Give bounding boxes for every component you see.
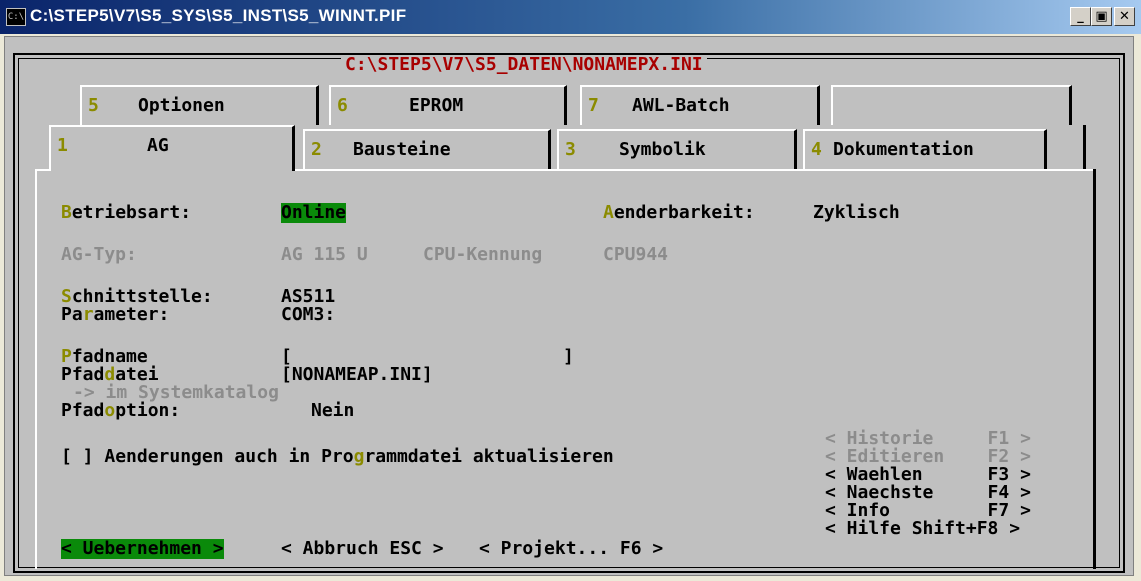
tab-bausteine[interactable]: 2 Bausteine [303, 129, 551, 169]
betriebsart-value[interactable]: Online [281, 203, 347, 223]
tab-label: EPROM [409, 95, 464, 116]
pfaddatei-value[interactable]: [NONAMEAP.INI] [281, 365, 433, 385]
console-screen: C:\STEP5\V7\S5_DATEN\NONAMEPX.INI 5 Opti… [4, 36, 1134, 576]
cpu-kennung-value: CPU944 [603, 244, 669, 265]
tab-dokumentation[interactable]: 4 Dokumentation [803, 129, 1047, 169]
projekt-button[interactable]: < Projekt... F6 > [479, 539, 663, 559]
parameter-label: Parameter: [61, 304, 170, 325]
tab-awl-batch[interactable]: 7 AWL-Batch [580, 85, 820, 125]
pfadoption-value[interactable]: Nein [311, 401, 354, 421]
tab-label: Dokumentation [833, 139, 974, 160]
dialog-frame-title: C:\STEP5\V7\S5_DATEN\NONAMEPX.INI [341, 55, 707, 75]
betriebsart-label: Betriebsart: [61, 202, 192, 223]
tab-number: 5 [88, 95, 99, 116]
tab-label: Symbolik [619, 139, 706, 160]
checkbox-box[interactable]: [ ] [61, 446, 94, 467]
tab-optionen[interactable]: 5 Optionen [80, 85, 319, 125]
ag-typ-label: AG-Typ: [61, 244, 137, 265]
tab-number: 1 [57, 135, 68, 156]
panel-right-edge [1093, 169, 1096, 569]
parameter-value[interactable]: COM3: [281, 305, 335, 325]
tab-eprom[interactable]: 6 EPROM [329, 85, 567, 125]
tab-label: AG [147, 135, 169, 156]
aenderbarkeit-label: Aenderbarkeit: [603, 202, 755, 223]
dos-console-icon: C:\ [6, 8, 26, 26]
pfadoption-label: Pfadoption: [61, 400, 181, 421]
tab-symbolik[interactable]: 3 Symbolik [557, 129, 797, 169]
tab-ag[interactable]: 1 AG [49, 125, 295, 171]
minimize-button[interactable]: _ [1070, 7, 1091, 26]
back-tab-edge [1083, 125, 1086, 169]
fkey-hilfe[interactable]: < Hilfe Shift+F8 > [825, 519, 1020, 539]
abbruch-button[interactable]: < Abbruch ESC > [281, 539, 444, 559]
tab-number: 7 [588, 95, 599, 116]
window-title: C:\STEP5\V7\S5_SYS\S5_INST\S5_WINNT.PIF [30, 6, 407, 25]
tab-label: Optionen [138, 95, 225, 116]
panel-top-edge [295, 169, 1095, 171]
uebernehmen-button[interactable]: < Uebernehmen > [61, 539, 224, 559]
window-titlebar[interactable]: C:\ C:\STEP5\V7\S5_SYS\S5_INST\S5_WINNT.… [0, 0, 1141, 34]
panel-top-edge-left [35, 169, 49, 171]
tab-label: AWL-Batch [632, 95, 730, 116]
aktualisieren-checkbox[interactable]: [ ] Aenderungen auch in Programmdatei ak… [61, 447, 614, 467]
tab-label: Bausteine [353, 139, 451, 160]
pfadname-close-bracket[interactable]: ] [563, 347, 574, 367]
aenderbarkeit-value[interactable]: Zyklisch [813, 203, 900, 223]
cpu-kennung-label: CPU-Kennung [423, 244, 543, 265]
maximize-button[interactable]: ▣ [1091, 7, 1112, 26]
tab-number: 6 [337, 95, 348, 116]
tab-number: 3 [565, 139, 576, 160]
ag-typ-value: AG 115 U [281, 244, 368, 265]
tab-empty [831, 85, 1072, 125]
tab-number: 4 [811, 139, 822, 160]
close-button[interactable]: ✕ [1114, 7, 1135, 26]
panel-left-edge [35, 169, 37, 569]
tab-number: 2 [311, 139, 322, 160]
